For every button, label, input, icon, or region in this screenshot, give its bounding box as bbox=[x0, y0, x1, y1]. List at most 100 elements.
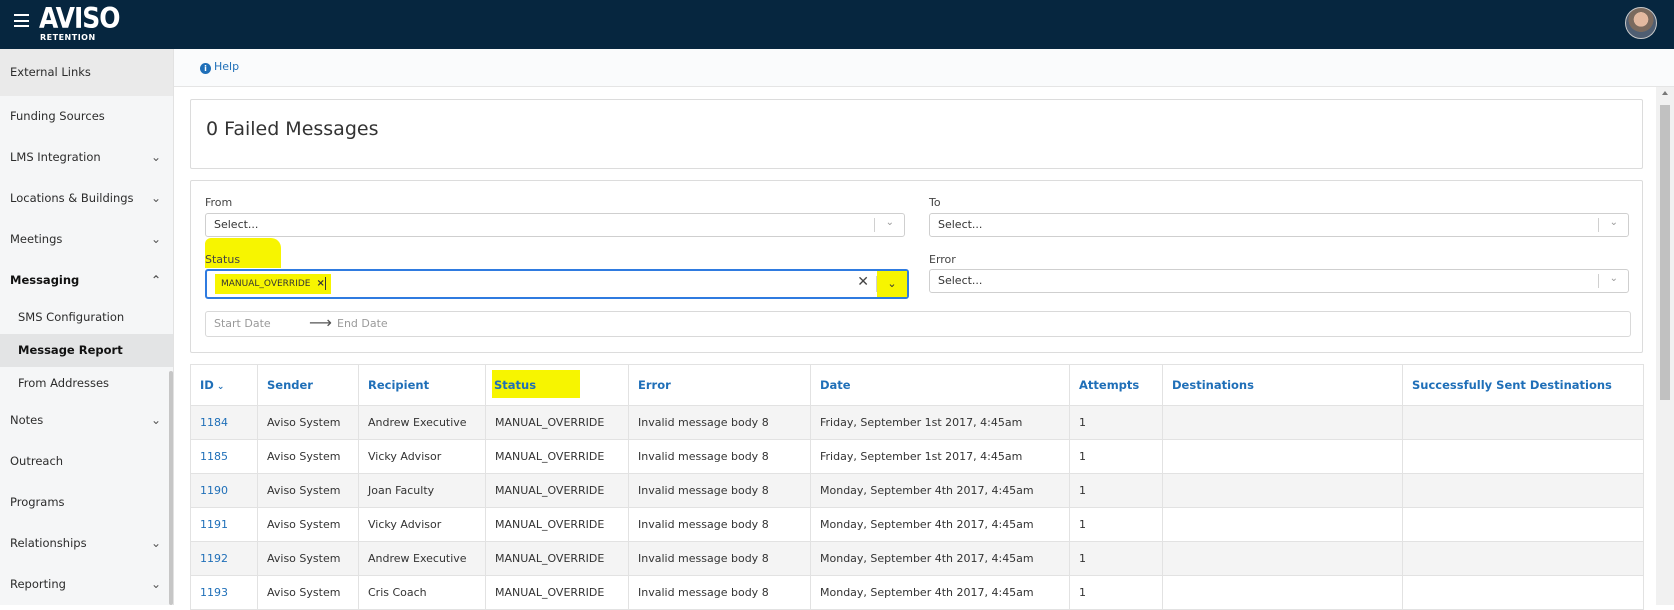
message-id-link[interactable]: 1184 bbox=[190, 405, 258, 440]
status-select[interactable]: MANUAL_OVERRIDE × ✕ ⌄ bbox=[205, 269, 909, 299]
sidebar-item-locations-buildings[interactable]: Locations & Buildings ⌄ bbox=[0, 178, 173, 219]
date-range-picker[interactable]: Start Date ⟶ End Date bbox=[205, 311, 1631, 337]
error-cell: Invalid message body 8 bbox=[628, 541, 811, 576]
sender-cell: Aviso System bbox=[257, 575, 359, 610]
sender-cell: Aviso System bbox=[257, 507, 359, 542]
sidebar-item-lms-integration[interactable]: LMS Integration ⌄ bbox=[0, 137, 173, 178]
status-tag[interactable]: MANUAL_OVERRIDE × bbox=[215, 274, 331, 294]
date-cell: Monday, September 4th 2017, 4:45am bbox=[810, 473, 1070, 508]
error-cell: Invalid message body 8 bbox=[628, 439, 811, 474]
recipient-cell: Joan Faculty bbox=[358, 473, 486, 508]
top-bar: AVISO RETENTION bbox=[0, 0, 1674, 49]
sidebar-item-meetings[interactable]: Meetings ⌄ bbox=[0, 219, 173, 260]
scrollbar-thumb[interactable] bbox=[1660, 105, 1670, 400]
sender-cell: Aviso System bbox=[257, 541, 359, 576]
sidebar-item-notes[interactable]: Notes ⌄ bbox=[0, 400, 173, 441]
recipient-cell: Vicky Advisor bbox=[358, 439, 486, 474]
column-header-date[interactable]: Date bbox=[810, 364, 1070, 406]
column-header-error[interactable]: Error bbox=[628, 364, 811, 406]
table-row[interactable]: 1191 Aviso System Vicky Advisor MANUAL_O… bbox=[190, 507, 1644, 542]
sidebar-item-reporting[interactable]: Reporting ⌄ bbox=[0, 564, 173, 605]
attempts-cell: 1 bbox=[1069, 439, 1163, 474]
table-row[interactable]: 1192 Aviso System Andrew Executive MANUA… bbox=[190, 541, 1644, 576]
from-select[interactable]: Select... ⌄ bbox=[205, 213, 905, 237]
clear-icon[interactable]: ✕ bbox=[857, 274, 869, 290]
info-icon: i bbox=[200, 63, 211, 74]
sent-destinations-cell bbox=[1402, 575, 1644, 610]
help-link[interactable]: i Help bbox=[200, 60, 239, 74]
table-row[interactable]: 1185 Aviso System Vicky Advisor MANUAL_O… bbox=[190, 439, 1644, 474]
sent-destinations-cell bbox=[1402, 473, 1644, 508]
attempts-cell: 1 bbox=[1069, 507, 1163, 542]
error-cell: Invalid message body 8 bbox=[628, 473, 811, 508]
date-cell: Monday, September 4th 2017, 4:45am bbox=[810, 575, 1070, 610]
chevron-down-icon: ⌄ bbox=[885, 217, 894, 228]
message-id-link[interactable]: 1192 bbox=[190, 541, 258, 576]
user-avatar[interactable] bbox=[1625, 7, 1657, 39]
from-label: From bbox=[205, 196, 233, 209]
sidebar-item-messaging[interactable]: Messaging ⌃ bbox=[0, 260, 173, 301]
scroll-up-icon[interactable] bbox=[1662, 91, 1668, 95]
message-id-link[interactable]: 1190 bbox=[190, 473, 258, 508]
status-cell: MANUAL_OVERRIDE bbox=[485, 507, 629, 542]
sidebar-item-external-links[interactable]: External Links bbox=[0, 49, 173, 96]
end-date-input[interactable]: End Date bbox=[337, 317, 388, 330]
destinations-cell bbox=[1162, 473, 1403, 508]
chevron-down-icon: ⌄ bbox=[150, 577, 161, 591]
table-row[interactable]: 1190 Aviso System Joan Faculty MANUAL_OV… bbox=[190, 473, 1644, 508]
sidebar-item-sms-configuration[interactable]: SMS Configuration bbox=[0, 301, 173, 334]
chevron-down-icon: ⌄ bbox=[150, 150, 161, 164]
chevron-down-icon: ⌄ bbox=[150, 536, 161, 550]
page-title: 0 Failed Messages bbox=[206, 118, 379, 140]
error-cell: Invalid message body 8 bbox=[628, 507, 811, 542]
sidebar-item-relationships[interactable]: Relationships ⌄ bbox=[0, 523, 173, 564]
aviso-logo[interactable]: AVISO RETENTION bbox=[39, 4, 121, 42]
chevron-down-icon[interactable]: ⌄ bbox=[877, 271, 907, 297]
sidebar-item-from-addresses[interactable]: From Addresses bbox=[0, 367, 173, 400]
message-id-link[interactable]: 1193 bbox=[190, 575, 258, 610]
chevron-down-icon: ⌄ bbox=[1609, 217, 1618, 228]
message-id-link[interactable]: 1191 bbox=[190, 507, 258, 542]
status-cell: MANUAL_OVERRIDE bbox=[485, 575, 629, 610]
table-row[interactable]: 1193 Aviso System Cris Coach MANUAL_OVER… bbox=[190, 575, 1644, 610]
hamburger-menu-icon[interactable] bbox=[14, 14, 29, 27]
chevron-up-icon: ⌃ bbox=[150, 273, 161, 287]
error-label: Error bbox=[929, 253, 956, 266]
column-header-id[interactable]: ID ⌄ bbox=[190, 364, 258, 406]
main-scrollbar[interactable] bbox=[1656, 87, 1674, 605]
date-cell: Friday, September 1st 2017, 4:45am bbox=[810, 439, 1070, 474]
sidebar-item-programs[interactable]: Programs bbox=[0, 482, 173, 523]
table-header-row: ID ⌄ Sender Recipient Status Error Date A… bbox=[190, 364, 1644, 406]
status-cell: MANUAL_OVERRIDE bbox=[485, 405, 629, 440]
error-select[interactable]: Select... ⌄ bbox=[929, 269, 1629, 293]
chevron-down-icon: ⌄ bbox=[150, 232, 161, 246]
chevron-down-icon: ⌄ bbox=[150, 413, 161, 427]
destinations-cell bbox=[1162, 405, 1403, 440]
start-date-input[interactable]: Start Date bbox=[214, 317, 271, 330]
attempts-cell: 1 bbox=[1069, 575, 1163, 610]
sidebar-item-outreach[interactable]: Outreach bbox=[0, 441, 173, 482]
sender-cell: Aviso System bbox=[257, 439, 359, 474]
column-header-sender[interactable]: Sender bbox=[257, 364, 359, 406]
to-select[interactable]: Select... ⌄ bbox=[929, 213, 1629, 237]
table-row[interactable]: 1184 Aviso System Andrew Executive MANUA… bbox=[190, 405, 1644, 440]
sidebar-item-message-report[interactable]: Message Report bbox=[0, 334, 173, 367]
status-cell: MANUAL_OVERRIDE bbox=[485, 473, 629, 508]
to-label: To bbox=[929, 196, 941, 209]
column-header-attempts[interactable]: Attempts bbox=[1069, 364, 1163, 406]
chevron-down-icon: ⌄ bbox=[150, 191, 161, 205]
destinations-cell bbox=[1162, 575, 1403, 610]
column-header-successfully-sent-destinations[interactable]: Successfully Sent Destinations bbox=[1402, 364, 1644, 406]
messages-table: ID ⌄ Sender Recipient Status Error Date A… bbox=[190, 364, 1644, 610]
sidebar-scrollbar[interactable] bbox=[169, 371, 173, 605]
status-label: Status bbox=[205, 253, 241, 266]
sidebar-item-funding-sources[interactable]: Funding Sources bbox=[0, 96, 173, 137]
column-header-destinations[interactable]: Destinations bbox=[1162, 364, 1403, 406]
column-header-status[interactable]: Status bbox=[485, 364, 629, 406]
message-id-link[interactable]: 1185 bbox=[190, 439, 258, 474]
status-cell: MANUAL_OVERRIDE bbox=[485, 439, 629, 474]
sender-cell: Aviso System bbox=[257, 473, 359, 508]
remove-tag-icon[interactable]: × bbox=[316, 278, 324, 289]
column-header-recipient[interactable]: Recipient bbox=[358, 364, 486, 406]
sort-desc-icon: ⌄ bbox=[216, 382, 225, 392]
